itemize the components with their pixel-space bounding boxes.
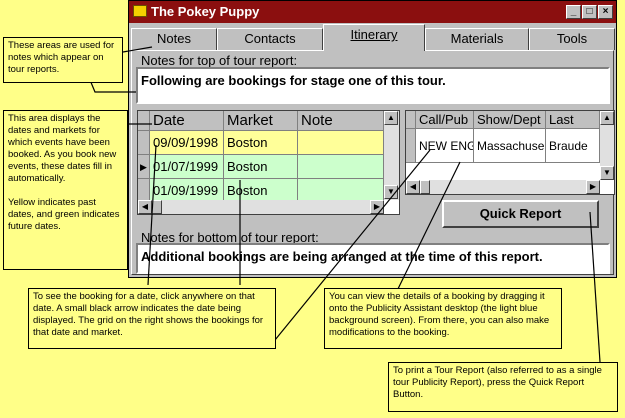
scroll-right-arrow-icon[interactable]: ▶ [370, 200, 384, 214]
callout-notes-areas: These areas are used for notes which app… [3, 37, 123, 83]
market-cell[interactable]: Boston [224, 131, 298, 155]
row-header-corner [406, 111, 416, 129]
app-window: The Pokey Puppy _ □ × Notes Contacts Iti… [128, 0, 617, 278]
scroll-left-arrow-icon[interactable]: ◀ [406, 180, 420, 194]
date-cell[interactable]: 09/09/1998 [150, 131, 224, 155]
tab-tools[interactable]: Tools [529, 28, 615, 50]
current-row-arrow-icon[interactable]: ▶ [138, 155, 150, 179]
close-button[interactable]: × [598, 5, 613, 19]
scroll-thumb[interactable] [420, 180, 430, 194]
title-bar[interactable]: The Pokey Puppy _ □ × [129, 1, 616, 23]
callout-view-details: You can view the details of a booking by… [324, 288, 562, 349]
bookings-horizontal-scrollbar[interactable]: ◀ ▶ [406, 180, 600, 194]
callout-colors-text: Yellow indicates past dates, and green i… [8, 197, 120, 232]
row-selector[interactable] [138, 131, 150, 155]
bookings-vertical-scrollbar[interactable]: ▲ ▼ [600, 111, 614, 180]
scroll-right-arrow-icon[interactable]: ▶ [586, 180, 600, 194]
show-dept-cell[interactable]: Massachuse [474, 129, 546, 163]
dates-grid[interactable]: Date Market Note 09/09/1998 Boston ▶ 01/… [137, 110, 400, 215]
top-notes-label: Notes for top of tour report: [141, 53, 298, 68]
column-header-show-dept[interactable]: Show/Dept [474, 111, 546, 129]
tab-materials[interactable]: Materials [425, 28, 529, 50]
column-header-date[interactable]: Date [150, 111, 224, 131]
scroll-down-arrow-icon[interactable]: ▼ [600, 166, 614, 180]
top-notes-field[interactable]: Following are bookings for stage one of … [136, 67, 610, 104]
dates-horizontal-scrollbar[interactable]: ◀ ▶ [138, 200, 384, 214]
scroll-down-arrow-icon[interactable]: ▼ [384, 185, 398, 199]
column-header-call-pub[interactable]: Call/Pub [416, 111, 474, 129]
market-cell[interactable]: Boston [224, 155, 298, 179]
note-cell[interactable] [298, 131, 384, 155]
row-header-corner [138, 111, 150, 131]
column-header-market[interactable]: Market [224, 111, 298, 131]
quick-report-button[interactable]: Quick Report [442, 200, 599, 228]
tab-notes[interactable]: Notes [131, 28, 217, 50]
callout-print-report: To print a Tour Report (also referred to… [388, 362, 618, 412]
tab-itinerary[interactable]: Itinerary [323, 24, 425, 51]
note-cell[interactable] [298, 155, 384, 179]
call-pub-cell[interactable]: NEW ENG [416, 129, 474, 163]
date-cell[interactable]: 01/07/1999 [150, 155, 224, 179]
window-title: The Pokey Puppy [151, 4, 260, 19]
bottom-notes-field[interactable]: Additional bookings are being arranged a… [136, 243, 610, 274]
scroll-thumb[interactable] [152, 200, 162, 214]
callout-dates-area: This area displays the dates and markets… [3, 110, 128, 270]
callout-dates-text: This area displays the dates and markets… [8, 113, 117, 184]
app-folder-icon [133, 5, 147, 17]
scroll-up-arrow-icon[interactable]: ▲ [384, 111, 398, 125]
dates-vertical-scrollbar[interactable]: ▲ ▼ [384, 111, 399, 200]
callout-see-booking: To see the booking for a date, click any… [28, 288, 276, 349]
column-header-last[interactable]: Last [546, 111, 600, 129]
scroll-left-arrow-icon[interactable]: ◀ [138, 200, 152, 214]
scroll-up-arrow-icon[interactable]: ▲ [600, 111, 614, 125]
tab-contacts[interactable]: Contacts [217, 28, 323, 50]
bookings-grid[interactable]: Call/Pub Show/Dept Last NEW ENG Massachu… [405, 110, 615, 195]
minimize-button[interactable]: _ [566, 5, 581, 19]
maximize-button[interactable]: □ [582, 5, 597, 19]
column-header-note[interactable]: Note [298, 111, 384, 131]
row-selector[interactable] [406, 129, 416, 163]
tab-strip: Notes Contacts Itinerary Materials Tools [129, 23, 616, 51]
last-cell[interactable]: Braude [546, 129, 600, 163]
